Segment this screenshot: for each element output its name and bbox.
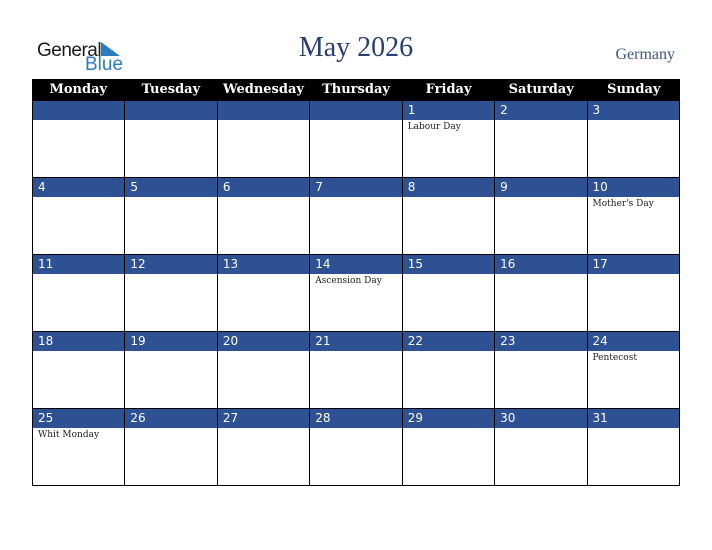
- day-cell[interactable]: 5: [124, 178, 217, 255]
- day-cell[interactable]: [216, 101, 310, 178]
- weekday-tuesday: Tuesday: [141, 82, 201, 97]
- week-row: 18 19 20 21 22 23 24 Pentecost: [32, 332, 680, 409]
- weekday-sunday: Sunday: [607, 82, 661, 97]
- day-cell[interactable]: 6: [216, 178, 310, 255]
- day-cell[interactable]: 1 Labour Day: [401, 101, 495, 178]
- day-number: 22: [402, 332, 495, 351]
- day-cell[interactable]: 29: [401, 409, 495, 486]
- day-number: 30: [495, 409, 587, 428]
- day-number: 5: [125, 178, 217, 197]
- day-number: 12: [125, 255, 217, 274]
- day-number: [125, 101, 217, 120]
- day-cell[interactable]: 12: [124, 255, 217, 332]
- weekday-wednesday: Wednesday: [222, 82, 304, 97]
- day-cell[interactable]: 20: [216, 332, 310, 409]
- day-number: 3: [587, 101, 679, 120]
- day-number: 24: [587, 332, 679, 351]
- day-number: 28: [310, 409, 402, 428]
- page-title: May 2026: [298, 32, 414, 63]
- day-number: 29: [402, 409, 495, 428]
- day-number: 16: [495, 255, 587, 274]
- day-number: 17: [587, 255, 679, 274]
- day-number: 26: [125, 409, 217, 428]
- day-cell[interactable]: 26: [124, 409, 217, 486]
- day-cell[interactable]: 4: [32, 178, 125, 255]
- day-number: 27: [217, 409, 310, 428]
- week-row: 11 12 13 14 Ascension Day 15 16 17: [32, 255, 680, 332]
- day-number: 23: [495, 332, 587, 351]
- weekday-saturday: Saturday: [508, 82, 574, 97]
- holiday-label: Ascension Day: [315, 276, 382, 286]
- day-cell[interactable]: 23: [494, 332, 587, 409]
- day-cell[interactable]: 9: [494, 178, 587, 255]
- holiday-label: Mother's Day: [592, 199, 654, 209]
- day-cell[interactable]: [32, 101, 125, 178]
- day-cell[interactable]: 3: [586, 101, 680, 178]
- day-number: 13: [217, 255, 310, 274]
- day-cell[interactable]: 16: [494, 255, 587, 332]
- day-number: [217, 101, 310, 120]
- day-number: 6: [217, 178, 310, 197]
- day-cell[interactable]: 28: [309, 409, 402, 486]
- day-cell[interactable]: 11: [32, 255, 125, 332]
- day-number: 21: [310, 332, 402, 351]
- day-cell[interactable]: 15: [401, 255, 495, 332]
- day-cell[interactable]: 8: [401, 178, 495, 255]
- day-number: 31: [587, 409, 679, 428]
- weekday-monday: Monday: [49, 82, 108, 97]
- day-number: 11: [33, 255, 125, 274]
- day-number: [310, 101, 402, 120]
- country-label: Germany: [615, 46, 675, 63]
- day-cell[interactable]: 7: [309, 178, 402, 255]
- day-cell[interactable]: 21: [309, 332, 402, 409]
- day-cell[interactable]: 17: [586, 255, 680, 332]
- day-number: 18: [33, 332, 125, 351]
- day-cell[interactable]: 30: [494, 409, 587, 486]
- day-cell[interactable]: 13: [216, 255, 310, 332]
- day-number: 10: [587, 178, 679, 197]
- day-number: 25: [33, 409, 125, 428]
- weekday-friday: Friday: [425, 82, 472, 97]
- day-cell[interactable]: 22: [401, 332, 495, 409]
- day-cell[interactable]: 19: [124, 332, 217, 409]
- day-number: 9: [495, 178, 587, 197]
- day-number: 4: [33, 178, 125, 197]
- day-cell[interactable]: [309, 101, 402, 178]
- day-number: 15: [402, 255, 495, 274]
- day-number: 19: [125, 332, 217, 351]
- holiday-label: Whit Monday: [38, 430, 100, 440]
- day-number: 8: [402, 178, 495, 197]
- holiday-label: Labour Day: [407, 122, 461, 132]
- week-row: 4 5 6 7 8 9 10 Mother's Day: [32, 178, 680, 255]
- week-row: 1 Labour Day 2 3: [32, 101, 680, 178]
- holiday-label: Pentecost: [592, 353, 637, 363]
- day-cell[interactable]: 10 Mother's Day: [586, 178, 680, 255]
- weekday-thursday: Thursday: [322, 82, 390, 97]
- day-cell[interactable]: 24 Pentecost: [586, 332, 680, 409]
- day-number: 1: [402, 101, 495, 120]
- day-cell[interactable]: [124, 101, 217, 178]
- day-cell[interactable]: 14 Ascension Day: [309, 255, 402, 332]
- day-number: 20: [217, 332, 310, 351]
- day-cell[interactable]: 27: [216, 409, 310, 486]
- calendar-grid: Monday Tuesday Wednesday Thursday Friday Satu…: [32, 79, 680, 486]
- day-cell[interactable]: 25 Whit Monday: [32, 409, 125, 486]
- day-cell[interactable]: 18: [32, 332, 125, 409]
- day-number: 14: [310, 255, 402, 274]
- weekday-header: Monday Tuesday Wednesday Thursday Friday Satu…: [32, 79, 680, 101]
- day-cell[interactable]: 31: [586, 409, 680, 486]
- day-number: 2: [495, 101, 587, 120]
- day-cell[interactable]: 2: [494, 101, 587, 178]
- day-number: 7: [310, 178, 402, 197]
- day-number: [33, 101, 125, 120]
- week-row: 25 Whit Monday 26 27 28 29 30 31: [32, 409, 680, 486]
